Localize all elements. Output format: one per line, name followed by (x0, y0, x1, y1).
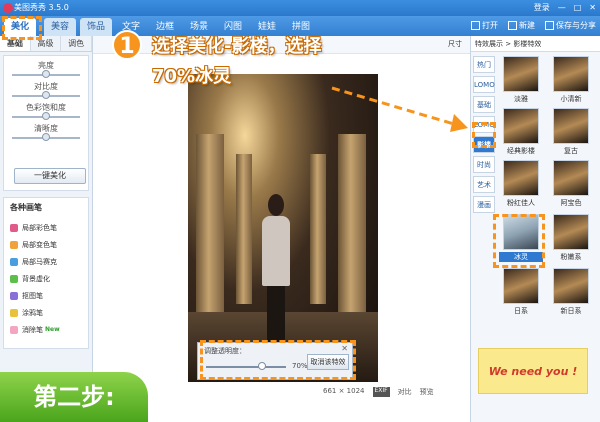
annotation-line2: 70%冰灵 (152, 66, 232, 87)
person-figure (258, 194, 294, 364)
brush-blur[interactable]: 背景虚化 (10, 270, 82, 287)
left-panel: 基础 高级 调色 亮度 对比度 色彩饱和度 清晰度 一键美化 各种画笔 局部彩色… (0, 36, 93, 422)
exif-button[interactable]: EXIF (372, 387, 390, 397)
effect-retro[interactable]: 复古 (549, 108, 593, 156)
slider-thumb[interactable] (42, 91, 50, 99)
blur-icon (10, 274, 18, 283)
subtab-color[interactable]: 调色 (61, 36, 93, 51)
restore-icon[interactable]: □ (574, 0, 582, 16)
thumb-label: 粉嫩系 (560, 253, 582, 261)
effect-pink-lady[interactable]: 粉红佳人 (499, 160, 543, 208)
contrast-slider[interactable] (12, 91, 80, 99)
thumb-label: 小清新 (560, 95, 582, 103)
brush-label: 局部变色笔 (22, 240, 57, 249)
open-label: 打开 (482, 21, 498, 30)
highlight-studio-category (472, 122, 496, 148)
cutout-icon (10, 291, 18, 300)
sharpness-slider[interactable] (12, 133, 80, 141)
thumb-label: 经典影楼 (507, 147, 535, 155)
mosaic-icon (10, 257, 18, 266)
brush-label: 消除笔 (22, 325, 43, 334)
folder-icon (471, 21, 480, 30)
category-fashion[interactable]: 时尚 (473, 156, 495, 173)
login-button[interactable]: 登录 (534, 0, 550, 16)
thumb-label: 粉红佳人 (507, 199, 535, 207)
brush-doodle[interactable]: 涂鸦笔 (10, 304, 82, 321)
new-button[interactable]: 新建 (508, 18, 535, 34)
thumb-label: 新日系 (560, 307, 582, 315)
brightness-slider[interactable] (12, 70, 80, 78)
effect-fresh[interactable]: 小清新 (549, 56, 593, 104)
title-bar: 美图秀秀 3.5.0 登录 — □ ✕ (0, 0, 600, 16)
brush-label: 涂鸦笔 (22, 308, 43, 317)
open-button[interactable]: 打开 (471, 18, 498, 34)
thumb-label: 复古 (564, 147, 578, 155)
plus-icon (508, 21, 517, 30)
new-badge: New (45, 326, 60, 333)
brush-label: 局部彩色笔 (22, 223, 57, 232)
effect-new-japanese[interactable]: 新日系 (549, 268, 593, 316)
tab-face[interactable]: 美容 (44, 18, 76, 36)
new-label: 新建 (519, 21, 535, 30)
step-number: 1 (112, 30, 142, 60)
brush-label: 抠图笔 (22, 291, 43, 300)
highlight-opacity-dialog (200, 340, 356, 380)
highlight-ice-spirit (493, 214, 545, 268)
brush-cutout[interactable]: 抠图笔 (10, 287, 82, 304)
adjust-box: 亮度 对比度 色彩饱和度 清晰度 一键美化 (3, 55, 89, 191)
image-dimensions: 661 × 1024 (323, 387, 365, 395)
size-label[interactable]: 尺寸 (448, 39, 462, 49)
ad-banner[interactable]: We need you ! (478, 348, 588, 394)
save-share-button[interactable]: 保存与分享 (545, 18, 596, 34)
preview-button[interactable]: 预览 (420, 387, 434, 397)
brush-icon (10, 240, 18, 249)
effect-elegant[interactable]: 淡雅 (499, 56, 543, 104)
category-art[interactable]: 艺术 (473, 176, 495, 193)
category-lomo[interactable]: LOMO (473, 76, 495, 93)
step-badge: 第二步: (0, 372, 148, 422)
brush-eraser[interactable]: 消除笔 New (10, 321, 82, 338)
one-key-beautify-button[interactable]: 一键美化 (14, 168, 86, 184)
pencil-icon (10, 308, 18, 317)
brush-local-change[interactable]: 局部变色笔 (10, 236, 82, 253)
save-icon (545, 21, 554, 30)
slider-thumb[interactable] (42, 133, 50, 141)
category-hot[interactable]: 热门 (473, 56, 495, 73)
brush-mosaic[interactable]: 局部马赛克 (10, 253, 82, 270)
thumb-label: 阿宝色 (560, 199, 582, 207)
category-comic[interactable]: 漫画 (473, 196, 495, 213)
highlight-beautify-tab (2, 16, 42, 40)
thumb-label: 淡雅 (514, 95, 528, 103)
file-actions: 打开 新建 保存与分享 (471, 18, 596, 34)
tab-accessories[interactable]: 饰品 (80, 18, 112, 36)
effect-abao[interactable]: 阿宝色 (549, 160, 593, 208)
brush-icon (10, 223, 18, 232)
brush-title: 各种画笔 (10, 203, 42, 212)
slider-thumb[interactable] (42, 112, 50, 120)
close-icon[interactable]: ✕ (589, 0, 596, 16)
effect-classic-studio[interactable]: 经典影楼 (499, 108, 543, 156)
brush-local-color[interactable]: 局部彩色笔 (10, 219, 82, 236)
eraser-icon (10, 325, 18, 334)
brush-label: 局部马赛克 (22, 257, 57, 266)
arrow-icon (331, 86, 468, 132)
app-title: 美图秀秀 3.5.0 (14, 3, 69, 12)
save-label: 保存与分享 (556, 21, 596, 30)
brush-box: 各种画笔 局部彩色笔 局部变色笔 局部马赛克 背景虚化 抠图笔 涂鸦笔 消除笔 N… (3, 197, 89, 349)
app-logo-icon (3, 3, 13, 13)
window-controls: 登录 — □ ✕ (534, 0, 596, 16)
effect-japanese[interactable]: 日系 (499, 268, 543, 316)
thumb-label: 日系 (514, 307, 528, 315)
compare-button[interactable]: 对比 (398, 387, 412, 397)
minimize-icon[interactable]: — (558, 0, 566, 16)
saturation-slider[interactable] (12, 112, 80, 120)
annotation-line1: 选择美化-影楼，选择 (152, 36, 322, 57)
effect-pink-series[interactable]: 粉嫩系 (549, 214, 593, 262)
category-basic[interactable]: 基础 (473, 96, 495, 113)
effects-breadcrumb: 特效展示 > 影楼特效 (471, 36, 600, 52)
slider-thumb[interactable] (42, 70, 50, 78)
brush-label: 背景虚化 (22, 274, 50, 283)
status-bar: 661 × 1024 EXIF 对比 预览 (323, 387, 434, 397)
